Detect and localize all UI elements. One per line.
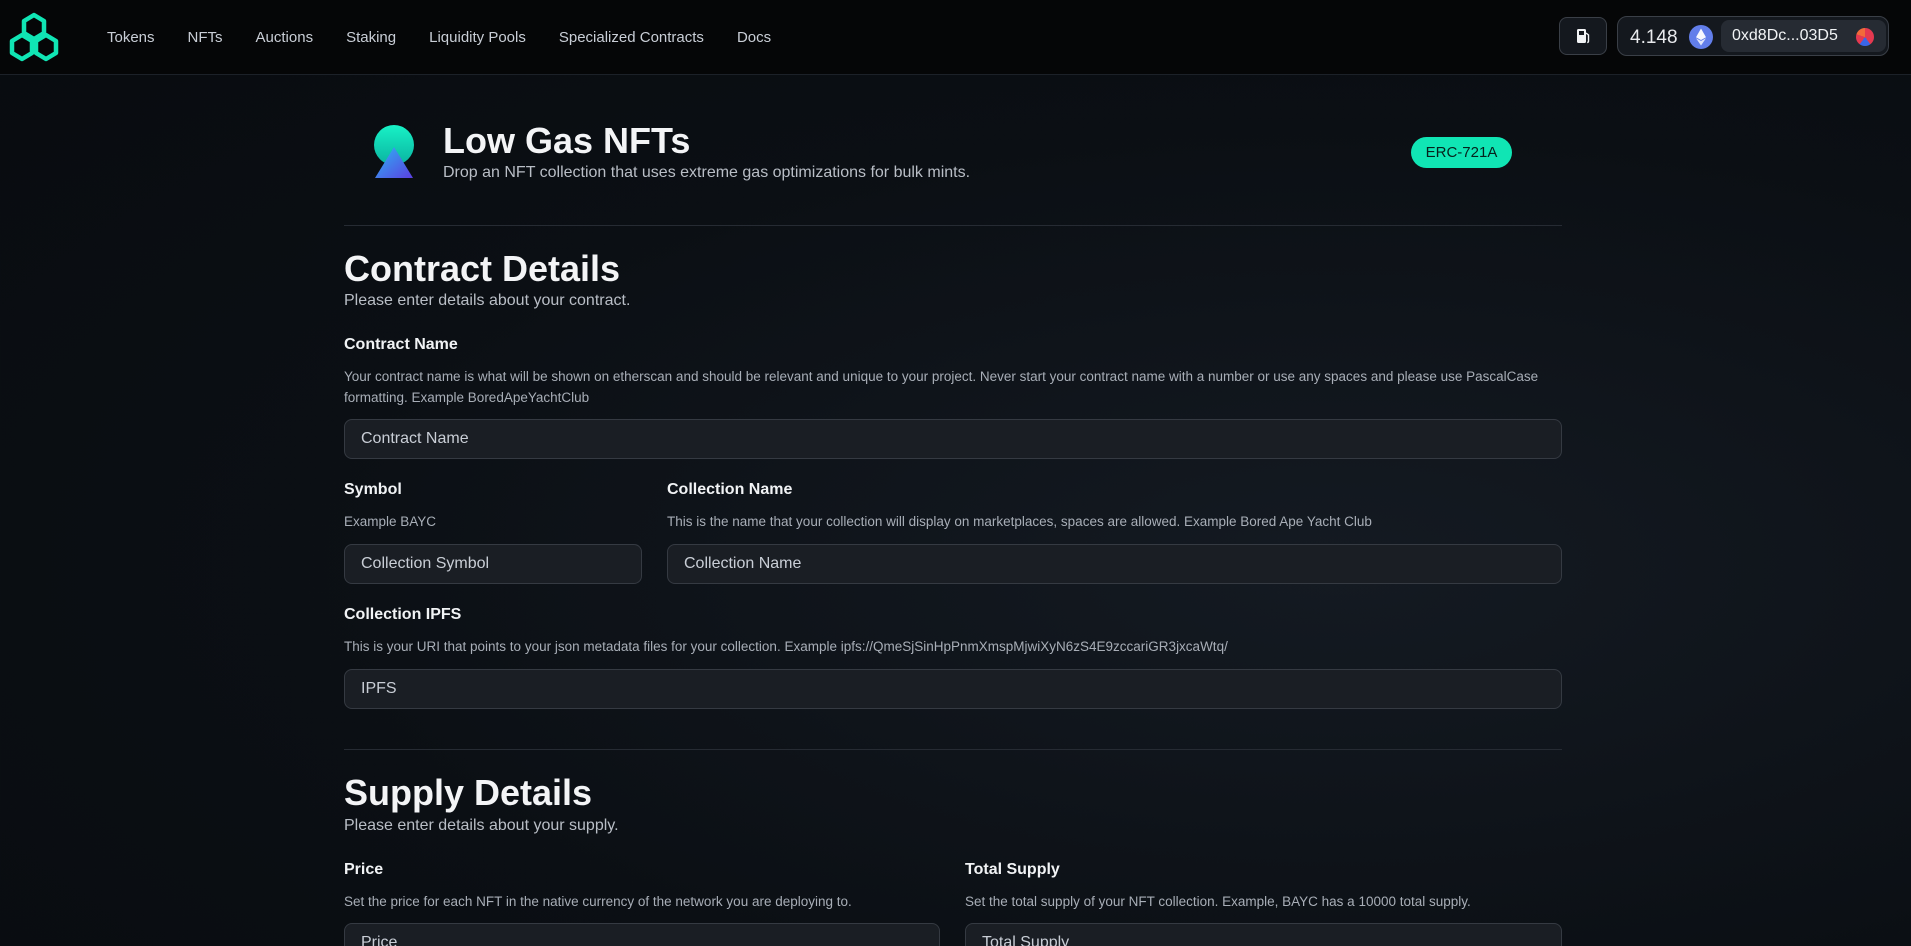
ipfs-input[interactable] [344,669,1562,709]
divider [344,749,1562,750]
total-supply-help: Set the total supply of your NFT collect… [965,894,1471,909]
nav-link-auctions[interactable]: Auctions [256,29,314,46]
contract-details-subtitle: Please enter details about your contract… [344,292,631,309]
erc-standard-badge: ERC-721A [1411,137,1512,168]
collection-symbol-input[interactable] [344,544,642,584]
gas-pump-icon [1577,29,1590,44]
total-supply-input[interactable] [965,923,1562,946]
wallet-address: 0xd8Dc...03D5 [1732,27,1838,44]
supply-details-title: Supply Details [344,772,593,813]
collection-ipfs-label: Collection IPFS [344,606,462,623]
hexagon-logo-icon[interactable] [8,12,60,62]
supply-details-subtitle: Please enter details about your supply. [344,817,619,834]
symbol-help: Example BAYC [344,514,437,529]
collection-name-help: This is the name that your collection wi… [667,514,1372,529]
gas-button[interactable] [1559,17,1607,55]
collection-name-input[interactable] [667,544,1562,584]
total-supply-label: Total Supply [965,861,1060,878]
nav-link-tokens[interactable]: Tokens [107,29,155,46]
top-navbar: Tokens NFTs Auctions Staking Liquidity P… [0,0,1911,75]
nav-link-specialized-contracts[interactable]: Specialized Contracts [559,29,704,46]
avatar [1856,28,1874,46]
contract-name-label: Contract Name [344,336,458,353]
collection-name-label: Collection Name [667,481,793,498]
price-help: Set the price for each NFT in the native… [344,894,852,909]
price-input[interactable] [344,923,940,946]
page-title: Low Gas NFTs [443,120,691,161]
wallet-widget[interactable]: 4.148 0xd8Dc...03D5 [1617,16,1889,56]
collection-ipfs-help: This is your URI that points to your jso… [344,639,1228,654]
low-gas-nft-icon [374,125,414,178]
nav-link-staking[interactable]: Staking [346,29,396,46]
ethereum-icon [1689,25,1713,49]
wallet-address-pill[interactable]: 0xd8Dc...03D5 [1721,20,1886,52]
nav-link-nfts[interactable]: NFTs [188,29,223,46]
price-label: Price [344,861,384,878]
symbol-label: Symbol [344,481,402,498]
nav-link-liquidity-pools[interactable]: Liquidity Pools [429,29,526,46]
contract-name-help: Your contract name is what will be shown… [344,369,1539,405]
contract-name-input[interactable] [344,419,1562,459]
divider [344,225,1562,226]
contract-details-title: Contract Details [344,248,621,289]
page-subtitle: Drop an NFT collection that uses extreme… [443,164,971,181]
nav-links: Tokens NFTs Auctions Staking Liquidity P… [107,0,804,75]
nav-link-docs[interactable]: Docs [737,29,771,46]
wallet-balance: 4.148 [1630,27,1678,48]
